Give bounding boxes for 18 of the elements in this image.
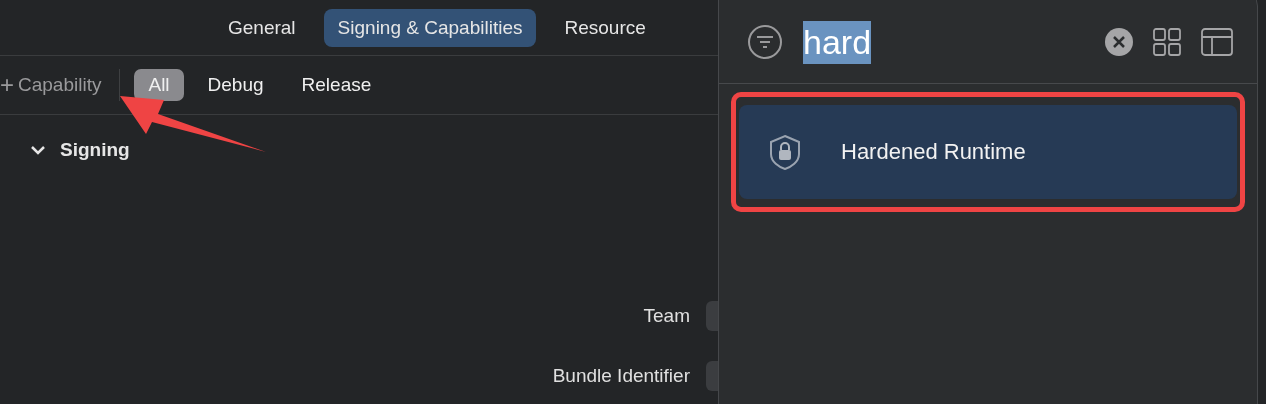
result-item[interactable]: Hardened Runtime — [739, 105, 1237, 199]
input-field[interactable] — [706, 301, 718, 331]
clear-icon[interactable] — [1105, 28, 1133, 56]
add-capability-button[interactable]: + Capability — [0, 69, 121, 101]
tab[interactable]: General — [214, 8, 310, 47]
chevron-icon[interactable] — [30, 144, 46, 156]
section-title: Signing — [60, 139, 130, 161]
sidebar-layout-icon[interactable] — [1201, 28, 1233, 56]
tab[interactable]: Resource — [550, 8, 660, 47]
field-label: Team — [643, 305, 690, 327]
filter-icon[interactable] — [747, 24, 783, 60]
filter-tab[interactable]: Debug — [193, 69, 278, 101]
grid-icon[interactable] — [1153, 28, 1181, 56]
shield-lock-icon — [769, 134, 801, 170]
input-field[interactable] — [706, 361, 718, 391]
filter-tab[interactable]: Release — [287, 69, 386, 101]
field-label: Bundle Identifier — [552, 365, 690, 387]
tab[interactable]: Signing & Capabilities — [323, 8, 537, 47]
